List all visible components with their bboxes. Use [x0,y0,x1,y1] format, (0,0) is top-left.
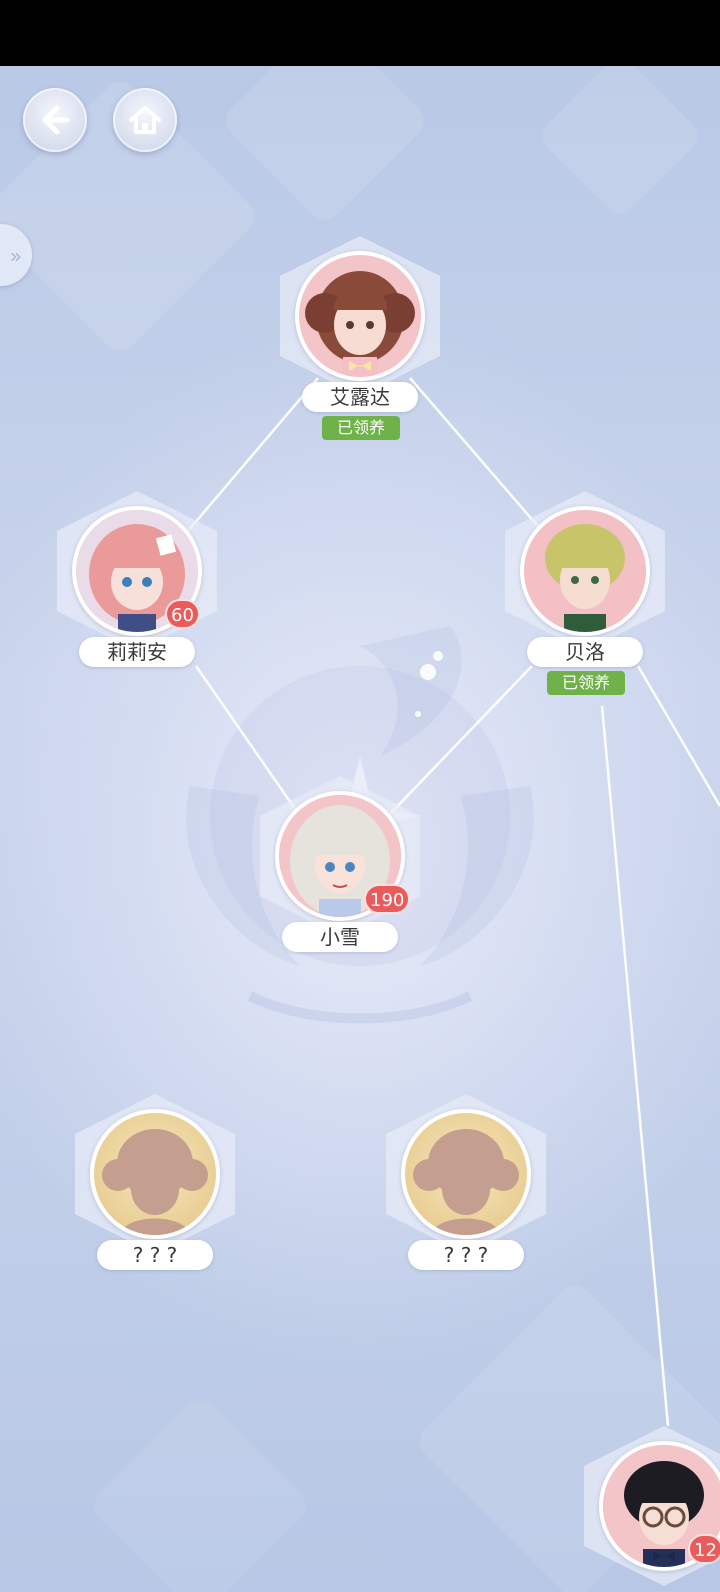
arrow-left-icon [42,105,70,135]
character-node-locked[interactable]: ? ? ? [386,1094,546,1324]
level-badge: 12 [688,1534,720,1564]
character-name: ? ? ? [97,1240,213,1270]
status-bar [0,0,720,66]
avatar[interactable] [295,251,425,381]
adopted-badge: 已领养 [547,671,625,695]
character-name: 小雪 [282,922,398,952]
locked-avatar[interactable] [90,1109,220,1239]
avatar[interactable] [520,506,650,636]
character-node-partial[interactable]: 12 [584,1426,720,1592]
character-name: 艾露达 [302,382,418,412]
family-tree-scene[interactable]: » 艾露达 已领养 60 莉莉安 贝洛 已领养 190 小雪 ? ? ? ? ?… [0,66,720,1592]
locked-avatar[interactable] [401,1109,531,1239]
adopted-badge: 已领养 [322,416,400,440]
home-button[interactable] [113,88,177,152]
character-node-xiaoxue[interactable]: 190 小雪 [260,776,420,1006]
level-badge: 60 [165,599,200,629]
character-name: 莉莉安 [79,637,195,667]
double-chevron-right-icon: » [9,244,22,268]
character-name: 贝洛 [527,637,643,667]
character-name: ? ? ? [408,1240,524,1270]
silhouette-icon [413,1129,519,1235]
character-node-locked[interactable]: ? ? ? [75,1094,235,1324]
home-icon [129,106,161,134]
silhouette-icon [102,1129,208,1235]
character-node-beiluo[interactable]: 贝洛 已领养 [505,491,665,721]
character-node-lilian[interactable]: 60 莉莉安 [57,491,217,721]
back-button[interactable] [23,88,87,152]
character-node-ailuda[interactable]: 艾露达 已领养 [280,236,440,466]
level-badge: 190 [364,884,411,914]
